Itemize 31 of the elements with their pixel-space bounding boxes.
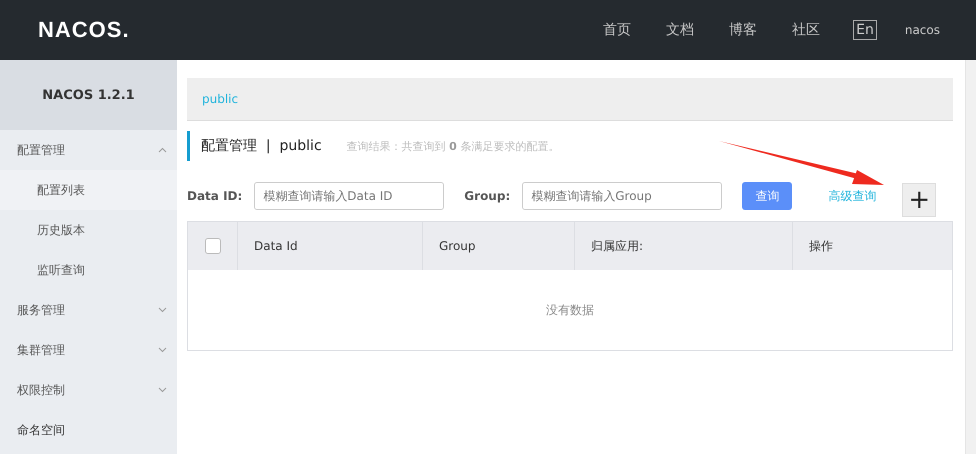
chevron-down-icon [158,347,167,353]
chevron-up-icon [158,147,167,153]
menu-group[interactable]: 权限控制 [0,370,177,410]
field-label: Data ID: [187,189,242,203]
nav-link[interactable]: 文档 [666,21,694,39]
add-button[interactable]: + [902,183,936,217]
menu-item[interactable]: 命名空间 [0,410,177,450]
search-field[interactable]: 模糊查询请输入Data ID [254,182,444,210]
field-label: Group: [464,189,510,203]
nav-link[interactable]: 首页 [603,21,632,39]
chevron-down-icon [158,387,167,393]
logo[interactable]: NACOS. [38,17,130,43]
menu-group[interactable]: 集群管理 [0,330,177,370]
chevron-down-icon [158,307,167,313]
column-header: 操作 [808,238,834,254]
page-title: 配置管理 | public [187,131,322,161]
nav-link[interactable]: 博客 [729,21,758,39]
user-name[interactable]: nacos [904,23,940,37]
menu-item[interactable]: 历史版本 [0,210,177,250]
scrollbar[interactable] [965,60,976,454]
menu-item[interactable]: 配置列表 [0,170,177,210]
nav-link[interactable]: 社区 [792,21,820,39]
menu-item[interactable]: 监听查询 [0,250,177,290]
language-button[interactable]: En [853,20,877,40]
search-field[interactable]: 模糊查询请输入Group [522,182,722,210]
empty-message: 没有数据 [546,302,594,318]
menu-group[interactable]: 服务管理 [0,290,177,330]
result-summary: 查询结果：共查询到 0 条满足要求的配置。 [346,138,560,154]
menu-group[interactable]: 配置管理 [0,130,177,170]
select-all-checkbox[interactable] [204,238,220,254]
sidebar-title: NACOS 1.2.1 [0,60,177,130]
